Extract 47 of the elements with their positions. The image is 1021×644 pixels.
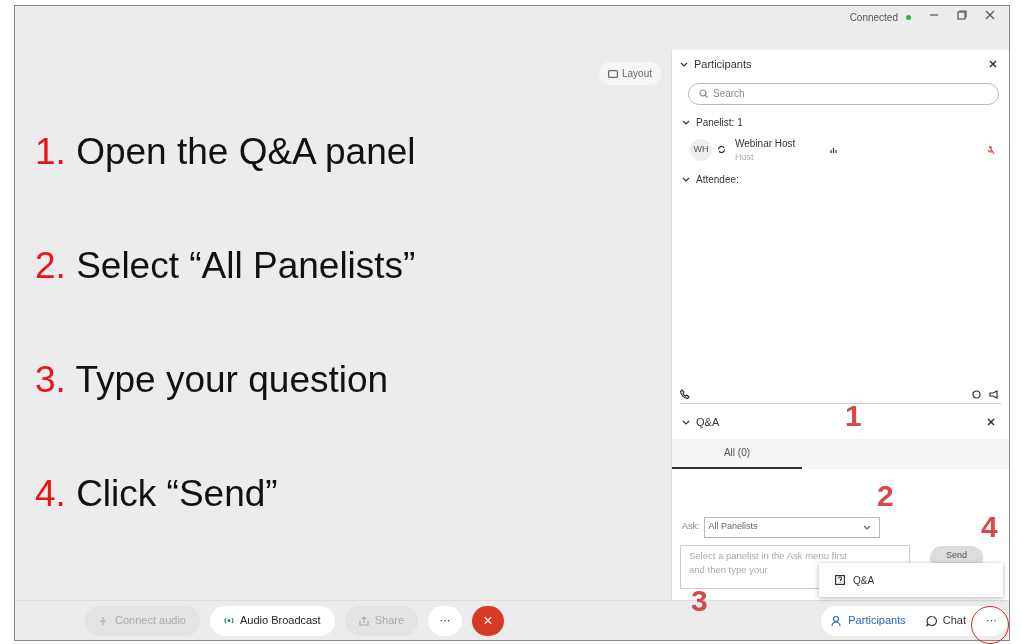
ask-dropdown[interactable]: All Panelists [703,516,880,538]
question-icon [835,575,845,585]
hand-icon [972,389,981,399]
audio-icon [99,615,109,626]
more-button[interactable]: ··· [976,605,1007,636]
step-number: 4 [981,512,998,542]
close-icon[interactable] [989,60,997,69]
participants-button[interactable]: Participants [821,605,916,636]
instruction-step: 1. Open the Q&A panel [35,132,661,172]
connection-status: Connected [849,11,898,25]
participant-name: Webinar Host [735,136,796,151]
close-icon[interactable] [985,10,995,20]
chat-button[interactable]: Chat [915,605,976,636]
audio-broadcast-button[interactable]: Audio Broadcast [209,605,335,636]
collapse-chevron-icon [680,60,688,68]
instruction-step: 4. Click “Send” [35,474,661,514]
group-label[interactable]: Attendee: [696,172,739,187]
layout-icon [607,69,618,78]
group-label[interactable]: Panelist: 1 [696,114,743,130]
muted-mic-icon [987,144,995,155]
step-number: 2 [877,481,894,511]
panel-title: Q&A [696,415,720,430]
panel-title: Participants [694,57,752,72]
participant-role: Host [735,150,755,164]
dropdown-chevron-icon [862,523,871,531]
layout-button[interactable]: Layout [598,62,661,85]
step-number: 3 [691,586,708,616]
share-icon [358,615,369,626]
chat-bubble-icon [925,614,938,627]
announce-icon [989,389,1001,399]
instruction-step: 3. Type your question [35,360,661,400]
sync-icon [717,145,726,155]
restore-icon[interactable] [957,10,967,20]
instruction-step: 2. Select “All Panelists” [35,246,661,286]
broadcast-icon [223,615,234,626]
ask-label: Ask: [682,520,700,534]
close-icon[interactable] [987,418,995,427]
menu-item[interactable]: Q&A [835,572,875,588]
collapse-chevron-icon [682,418,690,426]
person-icon [831,614,844,627]
audio-level-icon [830,145,839,154]
step-number: 1 [845,401,862,431]
more-button[interactable]: ··· [428,605,463,636]
avatar: WH [690,138,712,161]
search-icon [699,89,708,98]
end-call-button[interactable]: × [472,605,505,636]
phone-icon [680,389,690,399]
